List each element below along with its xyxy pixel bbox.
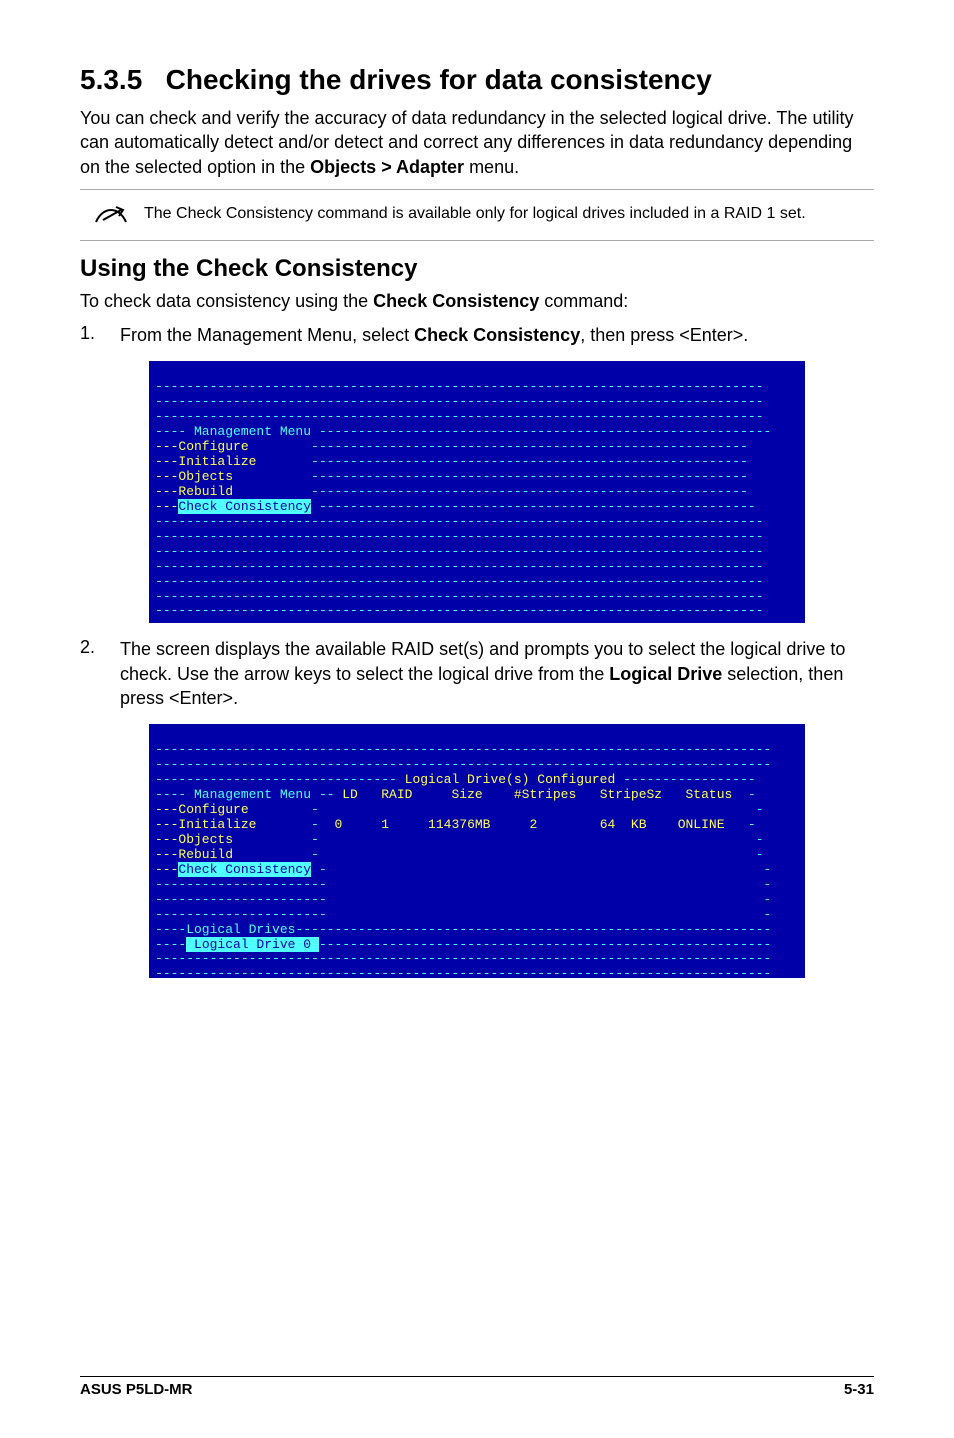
step-1: 1. From the Management Menu, select Chec… xyxy=(80,323,874,347)
step2-bold: Logical Drive xyxy=(609,664,722,684)
bios1-item-check-consistency: Check Consistency xyxy=(178,499,311,514)
sub-intro-c: command: xyxy=(539,291,628,311)
step-1-text: From the Management Menu, select Check C… xyxy=(120,323,748,347)
bios1-item-initialize: ---Initialize xyxy=(155,454,256,469)
bios2-item-configure: ---Configure xyxy=(155,802,249,817)
bios-screenshot-2: ----------------------------------------… xyxy=(149,724,805,978)
bios2-item-initialize: ---Initialize xyxy=(155,817,256,832)
step-2: 2. The screen displays the available RAI… xyxy=(80,637,874,710)
bios1-item-configure: ---Configure xyxy=(155,439,249,454)
sub-intro: To check data consistency using the Chec… xyxy=(80,289,874,313)
bios1-item-objects: ---Objects xyxy=(155,469,233,484)
step-2-text: The screen displays the available RAID s… xyxy=(120,637,874,710)
step1-c: , then press <Enter>. xyxy=(580,325,748,345)
objects-adapter-bold: Objects > Adapter xyxy=(310,157,464,177)
bios1-item-rebuild: ---Rebuild xyxy=(155,484,233,499)
bios2-logical-drives-panel: ----Logical Drives---- xyxy=(155,922,327,937)
intro-text-c: menu. xyxy=(464,157,519,177)
section-number: 5.3.5 xyxy=(80,64,142,95)
footer-page-number: 5-31 xyxy=(844,1381,874,1398)
note-text: The Check Consistency command is availab… xyxy=(136,204,868,225)
bios1-item-dash: --- xyxy=(155,499,178,514)
bios2-menu-title: ---- Management Menu -- xyxy=(155,787,334,802)
bios2-header: Logical Drive(s) Configured xyxy=(397,772,623,787)
step1-bold: Check Consistency xyxy=(414,325,580,345)
step-2-number: 2. xyxy=(80,637,120,710)
sub-intro-a: To check data consistency using the xyxy=(80,291,373,311)
bios2-item-dash: --- xyxy=(155,862,178,877)
intro-paragraph: You can check and verify the accuracy of… xyxy=(80,106,874,179)
bios2-item-rebuild: ---Rebuild xyxy=(155,847,233,862)
section-title-text: Checking the drives for data consistency xyxy=(166,64,712,95)
bios2-item-objects: ---Objects xyxy=(155,832,233,847)
bios2-columns: LD RAID Size #Stripes StripeSz Status xyxy=(342,787,732,802)
note-box: The Check Consistency command is availab… xyxy=(80,189,874,241)
bios2-item-check-consistency: Check Consistency xyxy=(178,862,311,877)
bios-screenshot-1: ----------------------------------------… xyxy=(149,361,805,623)
note-icon xyxy=(86,200,136,230)
step-1-number: 1. xyxy=(80,323,120,347)
page-footer: ASUS P5LD-MR 5-31 xyxy=(80,1376,874,1398)
footer-product: ASUS P5LD-MR xyxy=(80,1381,193,1398)
section-heading: 5.3.5 Checking the drives for data consi… xyxy=(80,64,874,96)
step1-a: From the Management Menu, select xyxy=(120,325,414,345)
bios2-logical-drive-0: Logical Drive 0 xyxy=(186,937,319,952)
sub-intro-bold: Check Consistency xyxy=(373,291,539,311)
bios2-data-row: 0 1 114376MB 2 64 KB ONLINE xyxy=(319,817,725,832)
subheading-using-check-consistency: Using the Check Consistency xyxy=(80,255,874,283)
bios1-menu-title: ---- Management Menu ---- xyxy=(155,424,350,439)
